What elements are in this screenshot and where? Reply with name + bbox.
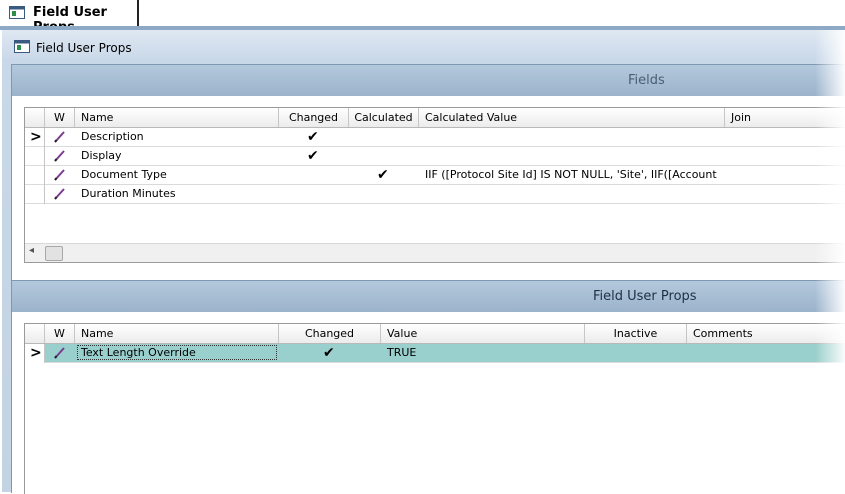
chevron-right-icon: > bbox=[30, 345, 42, 361]
props-panel-title: Field User Props bbox=[593, 289, 697, 304]
changed-check: ✔ bbox=[323, 345, 335, 361]
table-row[interactable]: > Description ✔ bbox=[25, 128, 845, 147]
table-row[interactable]: Duration Minutes bbox=[25, 185, 845, 204]
field-name: Document Type bbox=[81, 168, 167, 181]
document-tab[interactable]: Field User Props bbox=[0, 0, 139, 35]
changed-check: ✔ bbox=[307, 129, 319, 145]
pencil-icon bbox=[54, 131, 65, 143]
pencil-icon bbox=[54, 169, 65, 181]
row-indicator-header bbox=[25, 108, 45, 127]
col-join-header[interactable]: Join bbox=[725, 108, 845, 127]
fields-grid-header: W Name Changed Calculated Calculated Val… bbox=[25, 108, 845, 128]
scroll-thumb[interactable] bbox=[45, 246, 63, 261]
row-indicator-header bbox=[25, 324, 45, 343]
col-calculated-value-header[interactable]: Calculated Value bbox=[419, 108, 725, 127]
window-icon bbox=[14, 40, 30, 53]
col-inactive-header[interactable]: Inactive bbox=[585, 324, 687, 343]
field-user-props-window: Field User Props Fields W Name Changed C… bbox=[2, 30, 845, 494]
col-comments-header[interactable]: Comments bbox=[687, 324, 845, 343]
table-row-selected[interactable]: > Text Length Override ✔ TRUE bbox=[25, 344, 845, 363]
col-changed-header[interactable]: Changed bbox=[279, 324, 381, 343]
col-name-header[interactable]: Name bbox=[75, 108, 279, 127]
chevron-right-icon: > bbox=[30, 129, 42, 145]
field-name: Duration Minutes bbox=[81, 187, 176, 200]
row-indicator: > bbox=[25, 344, 45, 363]
pencil-icon bbox=[54, 347, 65, 359]
prop-name: Text Length Override bbox=[81, 346, 196, 359]
row-indicator: > bbox=[25, 128, 45, 147]
field-user-props-panel: Field User Props W Name Changed Value In… bbox=[11, 280, 845, 494]
row-indicator bbox=[25, 166, 45, 185]
field-name: Display bbox=[81, 149, 122, 162]
fields-panel: Fields W Name Changed Calculated Calcula… bbox=[11, 64, 845, 308]
table-row[interactable]: Document Type ✔ IIF ([Protocol Site Id] … bbox=[25, 166, 845, 185]
calculated-value: IIF ([Protocol Site Id] IS NOT NULL, 'Si… bbox=[425, 168, 721, 181]
fields-grid: W Name Changed Calculated Calculated Val… bbox=[24, 107, 845, 263]
col-w-header[interactable]: W bbox=[45, 324, 75, 343]
props-panel-header: Field User Props bbox=[12, 281, 845, 312]
fields-panel-title: Fields bbox=[628, 73, 665, 88]
calculated-check: ✔ bbox=[377, 167, 389, 183]
row-indicator bbox=[25, 147, 45, 166]
pencil-icon bbox=[54, 150, 65, 162]
window-title: Field User Props bbox=[36, 41, 132, 55]
changed-check: ✔ bbox=[307, 148, 319, 164]
prop-value: TRUE bbox=[387, 346, 417, 359]
col-value-header[interactable]: Value bbox=[381, 324, 585, 343]
pencil-icon bbox=[54, 188, 65, 200]
col-w-header[interactable]: W bbox=[45, 108, 75, 127]
horizontal-scrollbar[interactable]: ◂ bbox=[25, 243, 845, 262]
props-grid-header: W Name Changed Value Inactive Comments bbox=[25, 324, 845, 344]
row-indicator bbox=[25, 185, 45, 204]
window-icon bbox=[9, 6, 25, 19]
field-name: Description bbox=[81, 130, 144, 143]
props-grid: W Name Changed Value Inactive Comments >… bbox=[24, 323, 845, 494]
col-name-header[interactable]: Name bbox=[75, 324, 279, 343]
fields-panel-header: Fields bbox=[12, 65, 845, 96]
col-calculated-header[interactable]: Calculated bbox=[349, 108, 419, 127]
col-changed-header[interactable]: Changed bbox=[279, 108, 349, 127]
scroll-left-icon[interactable]: ◂ bbox=[29, 245, 34, 256]
table-row[interactable]: Display ✔ bbox=[25, 147, 845, 166]
